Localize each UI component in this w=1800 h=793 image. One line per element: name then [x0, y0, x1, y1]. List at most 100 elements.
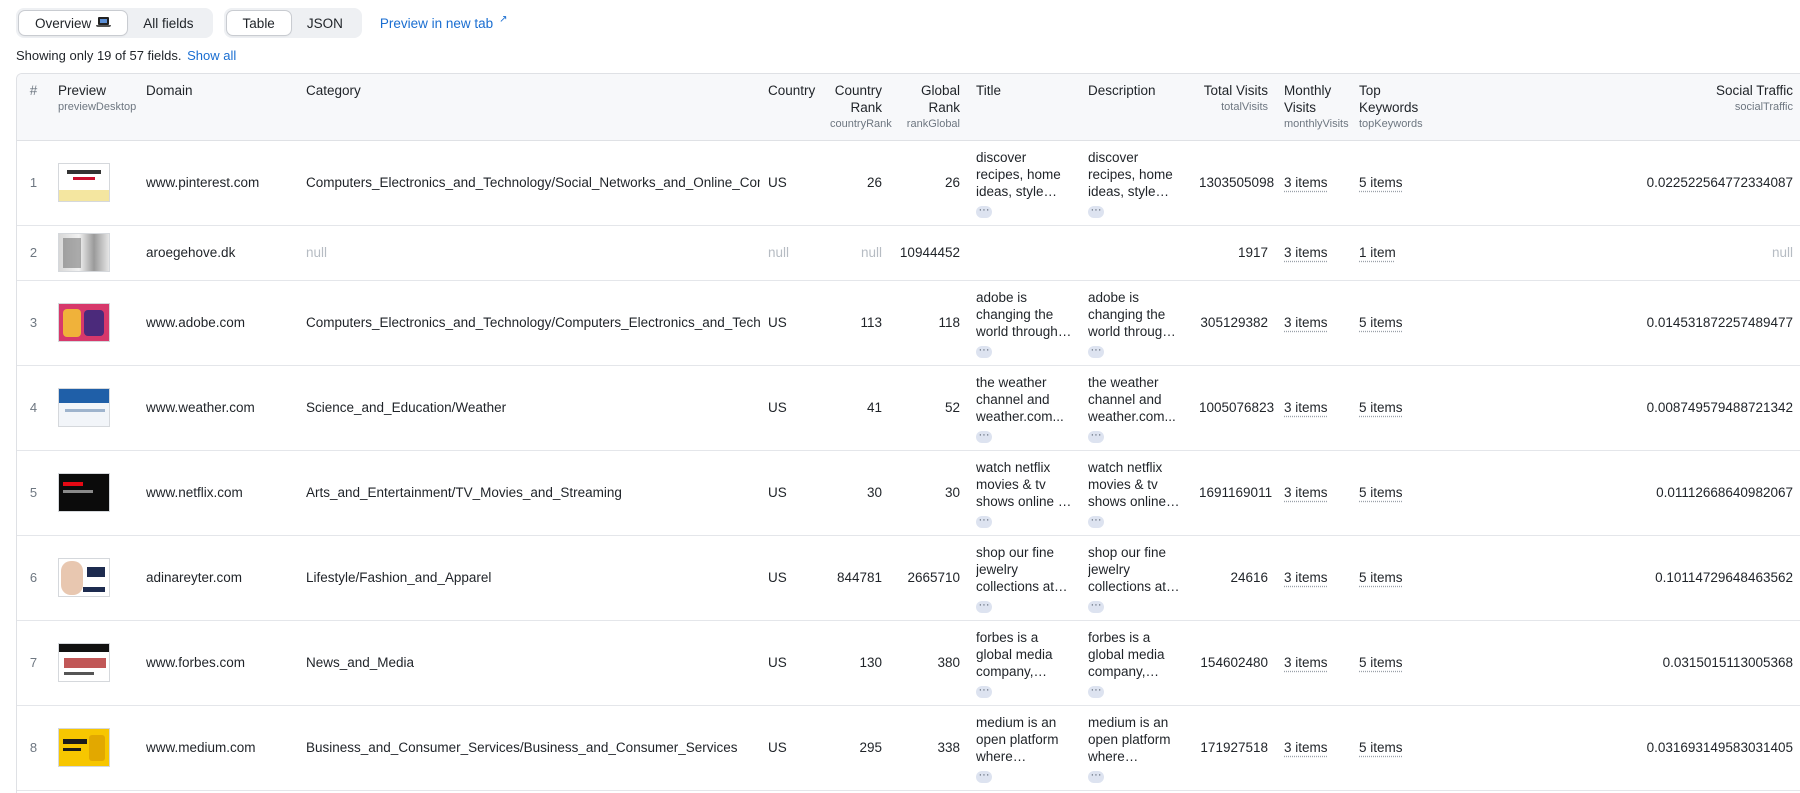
title-cell: adobe is changing the world through digi… [968, 280, 1080, 365]
expand-items-link[interactable]: 3 items [1284, 570, 1328, 585]
table-row[interactable]: 1 www.pinterest.com Computers_Electronics_… [17, 140, 1800, 225]
expand-more-button[interactable]: ··· [976, 600, 992, 613]
global-rank-cell: 380 [937, 655, 960, 670]
expand-more-button[interactable]: ··· [1088, 430, 1104, 443]
column-header-title[interactable]: Title [968, 74, 1080, 140]
tab-overview-label: Overview [35, 15, 92, 31]
table-row[interactable]: 2 aroegehove.dk null null null 10944452 1917 3 … [17, 225, 1800, 280]
expand-more-button[interactable]: ··· [976, 685, 992, 698]
monthly-visits-cell: 3 items [1276, 705, 1351, 790]
column-header-monthlyvisits[interactable]: Monthly Visits monthlyVisits [1276, 74, 1351, 140]
tab-table[interactable]: Table [226, 11, 291, 35]
expand-items-link[interactable]: 5 items [1359, 175, 1403, 190]
column-header-idx[interactable]: # [17, 74, 50, 140]
preview-cell[interactable] [50, 365, 138, 450]
format-toggle: Table JSON [223, 8, 362, 38]
preview-cell[interactable] [50, 620, 138, 705]
preview-thumbnail[interactable] [58, 303, 110, 342]
column-field-key: rankGlobal [906, 118, 960, 130]
expand-items-link[interactable]: 3 items [1284, 175, 1328, 190]
expand-more-button[interactable]: ··· [1088, 770, 1104, 783]
column-header-domain[interactable]: Domain [138, 74, 298, 140]
expand-more-button[interactable]: ··· [1088, 685, 1104, 698]
column-header-socialtraffic[interactable]: Social Traffic socialTraffic [1426, 74, 1800, 140]
table-row[interactable]: 3 www.adobe.com Computers_Electronics_and_… [17, 280, 1800, 365]
preview-cell[interactable] [50, 225, 138, 280]
expand-items-link[interactable]: 3 items [1284, 485, 1328, 500]
expand-items-link[interactable]: 5 items [1359, 655, 1403, 670]
column-header-totalvisits[interactable]: Total Visits totalVisits [1191, 74, 1276, 140]
preview-cell[interactable] [50, 535, 138, 620]
expand-more-button[interactable]: ··· [1088, 205, 1104, 218]
preview-thumbnail[interactable] [58, 233, 110, 272]
preview-cell[interactable] [50, 705, 138, 790]
expand-more-button[interactable]: ··· [976, 345, 992, 358]
total-visits-cell: 171927518 [1200, 740, 1268, 755]
title-cell: forbes is a global media company, focusi… [968, 620, 1080, 705]
expand-items-link[interactable]: 3 items [1284, 245, 1328, 260]
expand-items-link[interactable]: 1 item [1359, 245, 1396, 260]
preview-thumbnail[interactable] [58, 163, 110, 202]
column-label: Title [976, 83, 1002, 98]
expand-more-button[interactable]: ··· [976, 430, 992, 443]
preview-thumbnail[interactable] [58, 558, 110, 597]
country-rank-cell: 295 [859, 740, 882, 755]
column-header-description[interactable]: Description [1080, 74, 1191, 140]
preview-cell[interactable] [50, 450, 138, 535]
expand-items-link[interactable]: 5 items [1359, 400, 1403, 415]
table-row[interactable]: 5 www.netflix.com Arts_and_Entertainment/T… [17, 450, 1800, 535]
expand-items-link[interactable]: 3 items [1284, 740, 1328, 755]
expand-more-button[interactable]: ··· [1088, 600, 1104, 613]
expand-items-link[interactable]: 5 items [1359, 740, 1403, 755]
tab-overview[interactable]: Overview [19, 11, 128, 35]
column-header-globalrank[interactable]: Global Rank rankGlobal [890, 74, 968, 140]
preview-thumbnail[interactable] [58, 473, 110, 512]
expand-more-button[interactable]: ··· [1088, 345, 1104, 358]
category-cell: null [306, 245, 328, 260]
column-header-country[interactable]: Country [760, 74, 822, 140]
show-all-link[interactable]: Show all [187, 48, 236, 63]
table-row[interactable]: 8 www.medium.com Business_and_Consumer_Ser… [17, 705, 1800, 790]
description-cell: shop our fine jewelry collections at adi… [1080, 535, 1191, 620]
description-text: forbes is a global media company, focusi… [1088, 630, 1165, 679]
column-header-countryrank[interactable]: Country Rank countryRank [822, 74, 892, 140]
column-header-topkeywords[interactable]: Top Keywords topKeywords [1351, 74, 1426, 140]
expand-items-link[interactable]: 3 items [1284, 315, 1328, 330]
description-text: adobe is changing the world through digi… [1088, 290, 1170, 339]
total-visits-cell: 1917 [1237, 245, 1268, 260]
country-rank-cell: 26 [866, 175, 882, 190]
tab-all-fields[interactable]: All fields [127, 11, 209, 35]
expand-items-link[interactable]: 3 items [1284, 400, 1328, 415]
preview-thumbnail[interactable] [58, 728, 110, 767]
expand-items-link[interactable]: 5 items [1359, 315, 1403, 330]
expand-items-link[interactable]: 5 items [1359, 570, 1403, 585]
preview-in-new-tab-link[interactable]: Preview in new tab ↗ [380, 14, 508, 31]
tab-json[interactable]: JSON [291, 11, 359, 35]
table-row[interactable]: 7 www.forbes.com News_and_Media US 130 380 for… [17, 620, 1800, 705]
column-label: Country Rank [834, 83, 882, 115]
preview-thumbnail[interactable] [58, 388, 110, 427]
column-field-key: totalVisits [1221, 101, 1268, 113]
table-row[interactable]: 4 www.weather.com Science_and_Education/We… [17, 365, 1800, 450]
total-visits-cell: 24616 [1230, 570, 1268, 585]
preview-cell[interactable] [50, 140, 138, 225]
expand-items-link[interactable]: 3 items [1284, 655, 1328, 670]
preview-thumbnail[interactable] [58, 643, 110, 682]
title-text: watch netflix movies & tv shows online o… [976, 460, 1070, 509]
expand-more-button[interactable]: ··· [976, 515, 992, 528]
expand-more-button[interactable]: ··· [976, 205, 992, 218]
column-label: Country [768, 83, 816, 98]
expand-more-button[interactable]: ··· [1088, 515, 1104, 528]
monthly-visits-cell: 3 items [1276, 365, 1351, 450]
total-visits-cell: 1005076823 [1199, 400, 1275, 415]
description-text: watch netflix movies & tv shows online o… [1088, 460, 1182, 509]
expand-items-link[interactable]: 5 items [1359, 485, 1403, 500]
view-toggle: Overview All fields [16, 8, 213, 38]
country-cell: null [768, 245, 790, 260]
total-visits-cell: 1691169011 [1199, 485, 1273, 500]
table-row[interactable]: 6 adinareyter.com Lifestyle/Fashion_and_Ap… [17, 535, 1800, 620]
column-header-preview[interactable]: Preview previewDesktop [50, 74, 138, 140]
preview-cell[interactable] [50, 280, 138, 365]
column-header-category[interactable]: Category [298, 74, 760, 140]
expand-more-button[interactable]: ··· [976, 770, 992, 783]
